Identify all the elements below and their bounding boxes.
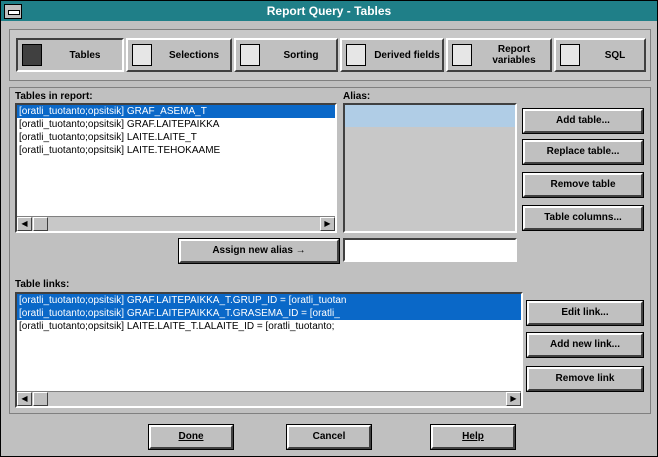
list-item[interactable]: [oratli_tuotanto;opsitsik] LAITE.LAITE_T (17, 131, 335, 144)
report-variables-icon (452, 44, 472, 66)
tab-sorting[interactable]: Sorting (234, 38, 338, 72)
done-button[interactable]: Done (148, 424, 234, 450)
tab-selections[interactable]: Selections (126, 38, 232, 72)
tab-derived-fields[interactable]: Derived fields (340, 38, 444, 72)
tables-in-report-list[interactable]: [oratli_tuotanto;opsitsik] GRAF_ASEMA_T … (15, 103, 337, 233)
tab-tables-label: Tables (69, 49, 101, 61)
selections-icon (132, 44, 152, 66)
list-item[interactable]: [oratli_tuotanto;opsitsik] LAITE.TEHOKAA… (17, 144, 335, 157)
scroll-right-icon[interactable]: ▶ (506, 392, 521, 406)
new-alias-input[interactable] (343, 238, 517, 262)
edit-link-button[interactable]: Edit link... (526, 300, 644, 326)
scroll-right-icon[interactable]: ▶ (320, 217, 335, 231)
report-query-tables-window: Report Query - Tables Tables Selections … (0, 0, 658, 457)
tab-sql[interactable]: SQL (554, 38, 646, 72)
remove-table-button[interactable]: Remove table (522, 172, 644, 198)
table-icon (22, 44, 42, 66)
alias-label: Alias: (343, 91, 371, 102)
list-item[interactable]: [oratli_tuotanto;opsitsik] GRAF.LAITEPAI… (17, 294, 521, 307)
table-links-label: Table links: (15, 279, 70, 290)
derived-fields-icon (346, 44, 366, 66)
list-item[interactable]: [oratli_tuotanto;opsitsik] GRAF.LAITEPAI… (17, 118, 335, 131)
scroll-thumb[interactable] (33, 217, 48, 231)
scroll-left-icon[interactable]: ◀ (17, 217, 32, 231)
window-title: Report Query - Tables (266, 4, 392, 18)
tab-report-variables-label: Report variables (492, 44, 536, 66)
table-columns-button[interactable]: Table columns... (522, 205, 644, 231)
add-new-link-button[interactable]: Add new link... (526, 332, 644, 358)
list-item[interactable]: [oratli_tuotanto;opsitsik] GRAF_ASEMA_T (17, 105, 335, 118)
tab-report-variables[interactable]: Report variables (446, 38, 552, 72)
system-menu-icon[interactable] (4, 4, 22, 19)
scroll-left-icon[interactable]: ◀ (17, 392, 32, 406)
tab-derived-fields-label: Derived fields (374, 49, 440, 61)
scroll-thumb[interactable] (33, 392, 48, 406)
add-table-button[interactable]: Add table... (522, 108, 644, 134)
replace-table-button[interactable]: Replace table... (522, 139, 644, 165)
table-links-list[interactable]: [oratli_tuotanto;opsitsik] GRAF.LAITEPAI… (15, 292, 523, 408)
sql-icon (560, 44, 580, 66)
help-button[interactable]: Help (430, 424, 516, 450)
tables-in-report-label: Tables in report: (15, 91, 93, 102)
alias-list-item[interactable] (345, 105, 515, 127)
list-item[interactable]: [oratli_tuotanto;opsitsik] LAITE.LAITE_T… (17, 320, 521, 333)
tab-selections-label: Selections (168, 49, 220, 61)
tab-sql-label: SQL (604, 49, 626, 61)
list-item[interactable]: [oratli_tuotanto;opsitsik] GRAF.LAITEPAI… (17, 307, 521, 320)
sorting-icon (240, 44, 260, 66)
done-button-label: Done (178, 431, 204, 442)
tab-bar: Tables Selections Sorting Derived fields… (9, 29, 651, 81)
assign-new-alias-button[interactable]: Assign new alias → (178, 238, 340, 264)
alias-list[interactable] (343, 103, 517, 233)
horizontal-scrollbar[interactable]: ◀ ▶ (17, 216, 335, 231)
remove-link-button[interactable]: Remove link (526, 366, 644, 392)
tab-sorting-label: Sorting (283, 49, 319, 61)
title-bar: Report Query - Tables (1, 1, 657, 21)
tab-tables[interactable]: Tables (16, 38, 124, 72)
help-button-label: Help (462, 431, 484, 442)
horizontal-scrollbar[interactable]: ◀ ▶ (17, 391, 521, 406)
cancel-button[interactable]: Cancel (286, 424, 372, 450)
